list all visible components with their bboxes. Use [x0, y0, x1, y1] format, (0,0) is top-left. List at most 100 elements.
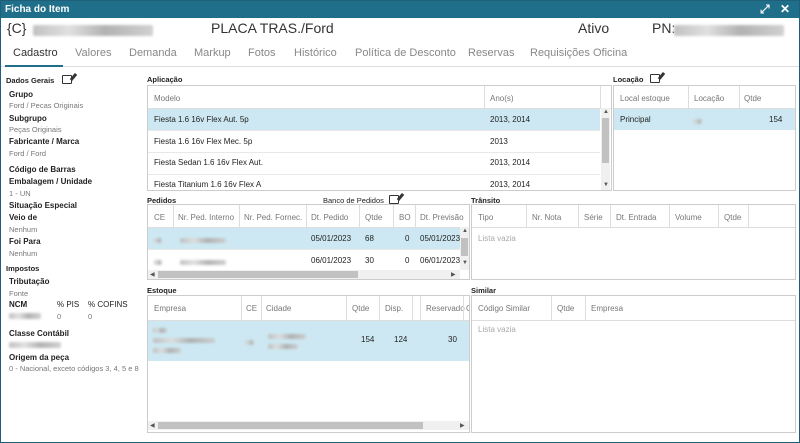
col-ce[interactable]: CE — [246, 304, 257, 313]
scroll-down-icon[interactable]: ▼ — [603, 182, 609, 188]
scroll-thumb[interactable] — [602, 118, 609, 163]
pedido-interno-redacted[interactable] — [180, 258, 226, 267]
col-nr-nota[interactable]: Nr. Nota — [532, 213, 561, 222]
aplicacao-anos[interactable]: 2013, 2014 — [490, 158, 530, 167]
pedido-bo[interactable]: 0 — [405, 234, 409, 243]
pedido-qtde[interactable]: 30 — [365, 256, 374, 265]
scroll-down-icon[interactable]: ▼ — [462, 260, 468, 266]
scroll-left-icon[interactable]: ◀ — [150, 422, 155, 429]
tab-politica-desconto[interactable]: Política de Desconto — [355, 47, 456, 59]
col-modelo[interactable]: Modelo — [154, 94, 180, 103]
estoque-reservado[interactable]: 30 — [448, 335, 457, 344]
vertical-scrollbar[interactable]: ▲ ▼ — [460, 227, 469, 270]
col-anos[interactable]: Ano(s) — [490, 94, 514, 103]
aplicacao-anos[interactable]: 2013, 2014 — [490, 180, 530, 189]
divider — [551, 296, 552, 320]
pedido-qtde[interactable]: 68 — [365, 234, 374, 243]
scroll-thumb[interactable] — [158, 271, 358, 278]
aplicacao-modelo[interactable]: Fiesta Titanium 1.6 16v Flex A — [154, 180, 261, 189]
locacao-value-redacted[interactable] — [694, 117, 702, 126]
scroll-left-icon[interactable]: ◀ — [150, 271, 155, 278]
ncm-value-redacted — [9, 312, 41, 321]
col-reservado[interactable]: Reservado — [426, 304, 465, 313]
col-cidade[interactable]: Cidade — [266, 304, 291, 313]
scroll-up-icon[interactable]: ▲ — [462, 228, 468, 234]
tab-requisicoes-oficina[interactable]: Requisições Oficina — [530, 47, 627, 59]
aplicacao-anos[interactable]: 2013, 2014 — [490, 115, 530, 124]
pedido-dt[interactable]: 05/01/2023 — [311, 234, 351, 243]
tab-demanda[interactable]: Demanda — [129, 47, 177, 59]
col-serie[interactable]: Série — [584, 213, 603, 222]
col-dt-previsao[interactable]: Dt. Previsão — [420, 213, 464, 222]
estoque-ce-redacted[interactable] — [246, 338, 254, 347]
estoque-disp[interactable]: 124 — [394, 335, 407, 344]
col-volume[interactable]: Volume — [675, 213, 702, 222]
pedido-previsao[interactable]: 06/01/2023 — [420, 256, 460, 265]
scroll-up-icon[interactable]: ▲ — [603, 109, 609, 115]
origem-label: Origem da peça — [9, 353, 70, 362]
col-c[interactable]: C — [466, 304, 469, 313]
tab-reservas[interactable]: Reservas — [468, 47, 514, 59]
pedido-dt[interactable]: 06/01/2023 — [311, 256, 351, 265]
scroll-right-icon[interactable]: ▶ — [451, 271, 456, 278]
aplicacao-modelo[interactable]: Fiesta Sedan 1.6 16v Flex Aut. — [154, 158, 263, 167]
aplicacao-modelo[interactable]: Fiesta 1.6 16v Flex Aut. 5p — [154, 115, 249, 124]
col-qtde[interactable]: Qtde — [352, 304, 369, 313]
item-description: PLACA TRAS./Ford — [211, 20, 334, 36]
col-ce[interactable]: CE — [154, 213, 165, 222]
subgrupo-value: Peças Originais — [9, 125, 62, 134]
aplicacao-modelo[interactable]: Fiesta 1.6 16v Flex Mec. 5p — [154, 137, 252, 146]
col-empresa[interactable]: Empresa — [591, 304, 623, 313]
pedido-bo[interactable]: 0 — [405, 256, 409, 265]
expand-icon[interactable]: ⤢ — [760, 2, 770, 17]
scroll-thumb[interactable] — [158, 422, 423, 429]
locacao-qtde[interactable]: 154 — [769, 115, 782, 124]
divider — [748, 205, 749, 227]
horizontal-scrollbar[interactable]: ◀ ▶ — [148, 270, 460, 279]
divider — [346, 296, 347, 320]
tab-cadastro[interactable]: Cadastro — [13, 47, 58, 59]
aplicacao-anos[interactable]: 2013 — [490, 137, 508, 146]
col-local-estoque[interactable]: Local estoque — [620, 94, 670, 103]
pedido-interno-redacted[interactable] — [180, 236, 226, 245]
col-codigo-similar[interactable]: Código Similar — [478, 304, 530, 313]
vertical-scrollbar[interactable]: ▲ ▼ — [601, 108, 610, 190]
col-locacao[interactable]: Locação — [694, 94, 724, 103]
col-nr-ped-fornec[interactable]: Nr. Ped. Fornec. — [244, 213, 302, 222]
col-tipo[interactable]: Tipo — [478, 213, 493, 222]
tab-markup[interactable]: Markup — [194, 47, 231, 59]
estoque-cidade-redacted[interactable] — [268, 332, 306, 351]
edit-icon[interactable] — [650, 74, 660, 83]
col-bo[interactable]: BO — [399, 213, 411, 222]
locacao-local[interactable]: Principal — [620, 115, 651, 124]
col-qtde[interactable]: Qtde — [365, 213, 382, 222]
col-disp[interactable]: Disp. — [385, 304, 403, 313]
edit-icon[interactable] — [389, 195, 399, 204]
pedido-ce-redacted[interactable] — [154, 236, 162, 245]
pedido-previsao[interactable]: 05/01/2023 — [420, 234, 460, 243]
col-qtde[interactable]: Qtde — [724, 213, 741, 222]
col-qtde[interactable]: Qtde — [744, 94, 761, 103]
close-icon[interactable]: ✕ — [780, 2, 790, 16]
edit-icon[interactable] — [62, 75, 72, 84]
tab-fotos[interactable]: Fotos — [248, 47, 276, 59]
divider — [578, 205, 579, 227]
horizontal-scrollbar[interactable]: ◀ ▶ — [148, 421, 469, 430]
fabricante-value: Ford / Ford — [9, 149, 47, 158]
divider — [359, 205, 360, 227]
pis-value: 0 — [57, 312, 62, 321]
col-qtde[interactable]: Qtde — [557, 304, 574, 313]
col-empresa[interactable]: Empresa — [154, 304, 186, 313]
divider — [484, 86, 485, 108]
tab-valores[interactable]: Valores — [75, 47, 111, 59]
cofins-label: % COFINS — [88, 300, 128, 309]
estoque-qtde[interactable]: 154 — [361, 335, 374, 344]
col-nr-ped-interno[interactable]: Nr. Ped. Interno — [178, 213, 234, 222]
tab-historico[interactable]: Histórico — [294, 47, 337, 59]
col-dt-pedido[interactable]: Dt. Pedido — [311, 213, 348, 222]
col-dt-entrada[interactable]: Dt. Entrada — [616, 213, 656, 222]
pedido-ce-redacted[interactable] — [154, 258, 162, 267]
estoque-empresa-redacted[interactable] — [153, 326, 215, 355]
scroll-right-icon[interactable]: ▶ — [460, 422, 465, 429]
scroll-thumb[interactable] — [461, 238, 468, 256]
